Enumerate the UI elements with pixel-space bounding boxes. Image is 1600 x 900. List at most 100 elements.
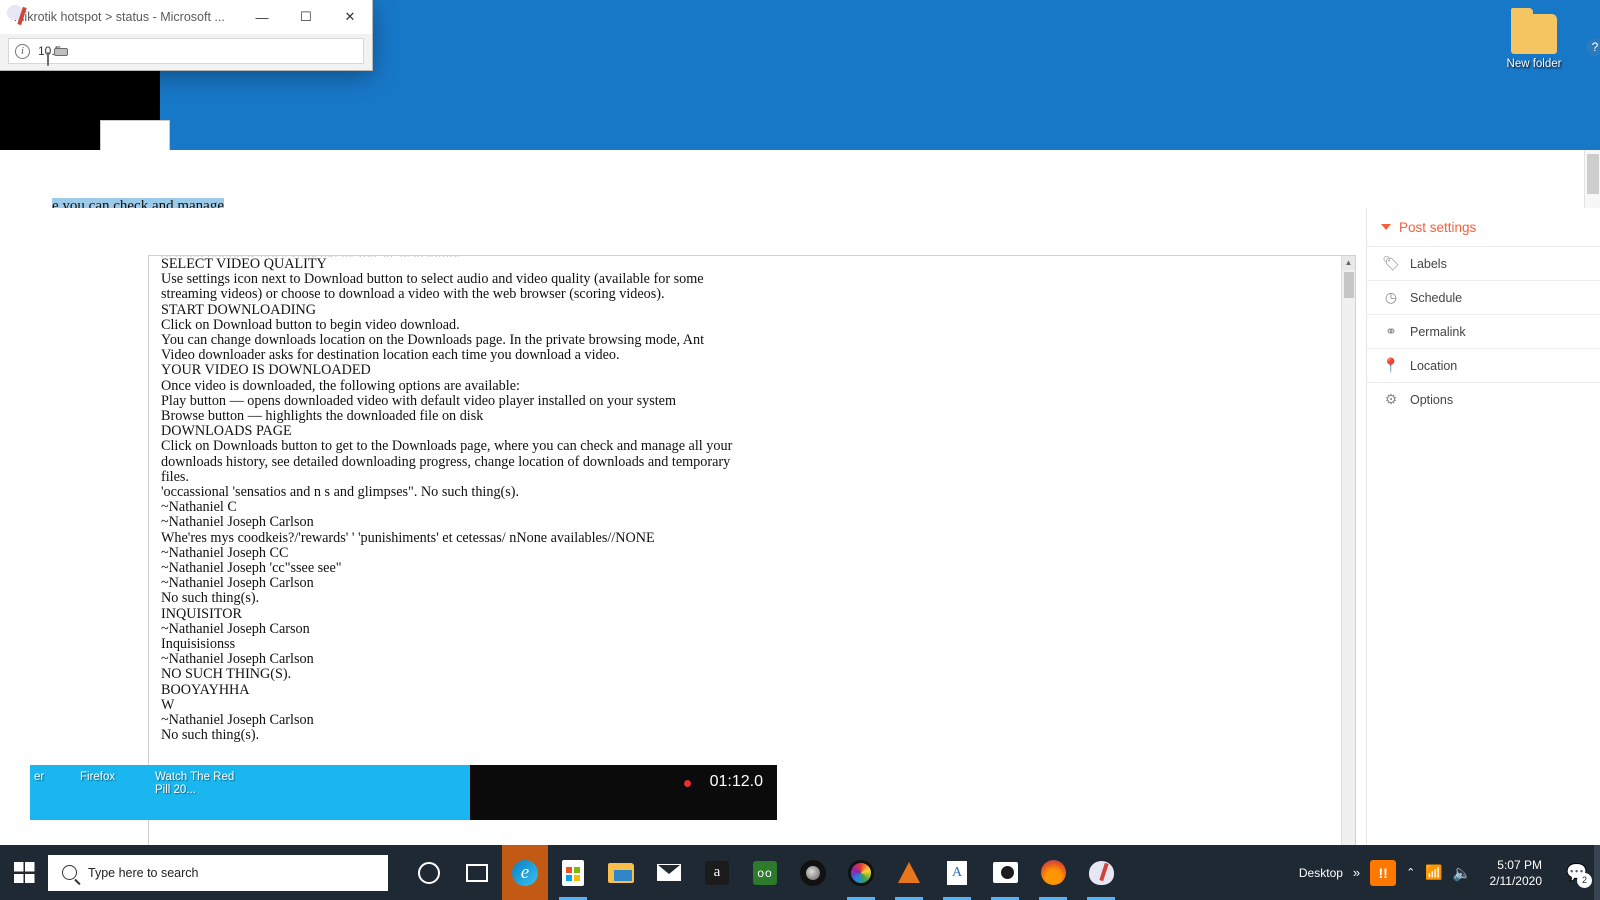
sidebar-item-label: Options (1410, 392, 1454, 407)
taskbar-amazon[interactable]: a (694, 845, 740, 900)
post-body-line: Browse button — highlights the downloade… (161, 408, 484, 425)
system-tray: Desktop » ⌃ 📶 🔈 5:07 PM 2/11/2020 💬 2 (1299, 845, 1600, 900)
clock[interactable]: 5:07 PM 2/11/2020 (1482, 857, 1551, 889)
post-body-line: DOWNLOADS PAGE (161, 423, 292, 440)
avast-tray-icon[interactable] (1370, 859, 1397, 886)
file-explorer-icon (608, 862, 634, 883)
minimize-button[interactable]: — (240, 0, 284, 34)
taskbar-vlc[interactable] (886, 845, 932, 900)
desktop-icon-label: New folder (1506, 58, 1562, 70)
folder-icon (1511, 8, 1557, 54)
task-view-icon (466, 863, 488, 882)
window-controls: — ☐ ✕ (240, 0, 372, 34)
post-body-line: Once video is downloaded, the following … (161, 377, 520, 394)
help-icon[interactable]: ? (1586, 38, 1600, 56)
sidebar-item-labels[interactable]: 🏷 Labels (1367, 246, 1600, 280)
show-desktop-button[interactable] (1594, 845, 1600, 900)
taskbar-color-wheel[interactable] (838, 845, 884, 900)
taskbar-edge[interactable]: e (502, 845, 548, 900)
post-body-line: ~Nathaniel Joseph CC (161, 544, 289, 561)
post-body-line: Click on Download button to begin video … (161, 316, 460, 333)
windows-logo-icon (13, 862, 35, 883)
clock-date: 2/11/2020 (1489, 873, 1543, 888)
maximize-button[interactable]: ☐ (284, 0, 328, 34)
clock-time: 5:07 PM (1497, 857, 1542, 872)
scrollbar-thumb[interactable] (1344, 272, 1354, 298)
paint-icon (1088, 860, 1114, 885)
record-indicator-icon (684, 780, 691, 787)
post-body-line: BOOYAYHHA (161, 681, 250, 698)
taskbar-wordpad[interactable] (934, 845, 980, 900)
taskbar-photo-viewer[interactable] (790, 845, 836, 900)
post-body-line: downloads history, see detailed download… (161, 453, 731, 470)
desktop-label[interactable]: Desktop (1299, 866, 1343, 880)
clipboard-icon (47, 52, 50, 66)
close-button[interactable]: ✕ (328, 0, 372, 34)
clock-icon: ◷ (1384, 289, 1398, 305)
post-body-line: ~Nathaniel Joseph Carlson (161, 712, 314, 729)
post-body-line: Video downloader asks for destination lo… (161, 347, 620, 364)
volume-icon[interactable]: 🔈 (1453, 864, 1472, 882)
start-button[interactable] (0, 845, 48, 900)
editor-scrollbar[interactable]: ▲ ▼ (1341, 256, 1355, 887)
taskbar-task-view[interactable] (454, 845, 500, 900)
post-body-line: ~Nathaniel Joseph Carlson (161, 575, 314, 592)
post-body-line: Whe'res mys coodkeis?/'rewards' ' 'punis… (161, 529, 655, 546)
sidebar-item-schedule[interactable]: ◷ Schedule (1367, 280, 1600, 314)
tray-overflow-icon[interactable]: » (1353, 865, 1360, 880)
post-body-line: ~Nathaniel Joseph 'cc"ssee see" (161, 560, 342, 577)
taskbar-cortana[interactable] (406, 845, 452, 900)
window-titlebar: mikrotik hotspot > status - Microsoft ..… (0, 0, 372, 34)
camera-icon (992, 862, 1018, 883)
taskbar-store[interactable] (550, 845, 596, 900)
taskbar-camera[interactable] (982, 845, 1028, 900)
notification-count: 2 (1577, 873, 1592, 888)
taskbar-firefox[interactable] (1030, 845, 1076, 900)
post-settings-sidebar: Post settings 🏷 Labels ◷ Schedule ⚭ Perm… (1366, 208, 1600, 900)
sidebar-item-options[interactable]: ⚙ Options (1367, 382, 1600, 416)
sidebar-item-permalink[interactable]: ⚭ Permalink (1367, 314, 1600, 348)
taskbar-paint[interactable] (1078, 845, 1124, 900)
post-body-line: ~Nathaniel C (161, 499, 237, 516)
post-body-line: Inquisisionss (161, 636, 236, 653)
media-time: 01:12.0 (709, 773, 763, 790)
taskbar-owl[interactable] (742, 845, 788, 900)
sidebar-item-location[interactable]: 📍 Location (1367, 348, 1600, 382)
search-input[interactable]: Type here to search (48, 854, 388, 891)
post-body-line: 'occassional 'sensatios and n s and glim… (161, 484, 520, 501)
microsoft-store-icon (562, 859, 584, 886)
color-wheel-icon (848, 859, 874, 886)
sidebar-item-label: Permalink (1410, 324, 1466, 339)
taskbar-mail[interactable] (646, 845, 692, 900)
post-body-line: INQUISITOR (161, 605, 242, 622)
sidebar-item-label: Location (1410, 358, 1458, 373)
link-icon: ⚭ (1385, 323, 1397, 339)
cortana-icon (418, 861, 440, 884)
paint-icon (7, 4, 23, 20)
post-settings-header[interactable]: Post settings (1367, 208, 1600, 246)
tag-icon: 🏷 (1382, 255, 1400, 271)
edge-background-window[interactable]: mikrotik hotspot > status - Microsoft ..… (0, 0, 372, 70)
network-icon[interactable]: 📶 (1425, 864, 1442, 881)
post-body-line: No such thing(s). (161, 727, 260, 744)
chevron-down-icon (1381, 224, 1391, 230)
search-placeholder: Type here to search (88, 865, 199, 880)
post-body-line: NO SUCH THING(S). (161, 666, 292, 683)
desktop-icon-new-folder[interactable]: New folder (1486, 8, 1582, 70)
post-body-line: You can change downloads location on the… (161, 332, 705, 349)
scrollbar-thumb[interactable] (1587, 154, 1599, 194)
post-body-line: ~Nathaniel Joseph Carlson (161, 651, 314, 668)
post-settings-title: Post settings (1399, 219, 1477, 235)
scroll-up-arrow[interactable]: ▲ (1342, 256, 1355, 270)
media-player-strip[interactable]: er Firefox Watch The Red Pill 20... (30, 765, 470, 820)
wordpad-icon (947, 860, 967, 885)
mail-icon (657, 864, 681, 881)
post-body-line: W (161, 696, 175, 713)
notification-center-button[interactable]: 💬 2 (1560, 845, 1594, 900)
firefox-icon (1040, 860, 1066, 885)
screen: ↗ AVG S↗ Skype Desktop Shortcu New fo (3… (0, 0, 1600, 900)
photo-viewer-icon (800, 859, 826, 886)
tray-expand-icon[interactable]: ⌃ (1406, 866, 1415, 879)
post-body-line: START DOWNLOADING (161, 301, 316, 318)
taskbar-file-explorer[interactable] (598, 845, 644, 900)
